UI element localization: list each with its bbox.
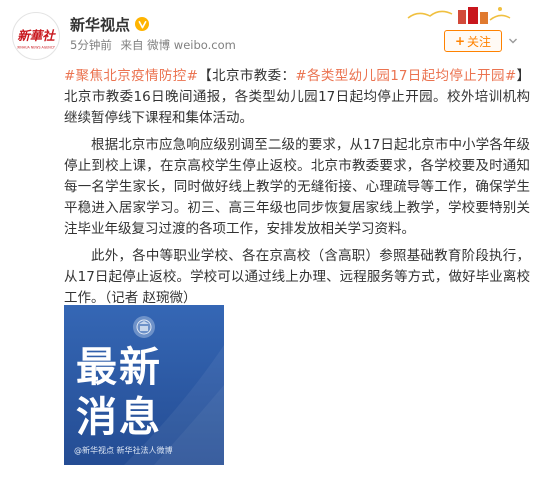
plus-icon: +	[454, 34, 466, 48]
avatar[interactable]: 新華社 XINHUA NEWS AGENCY	[12, 12, 60, 60]
image-title-line1: 最新	[76, 343, 162, 391]
post-meta: 5分钟前 来自 微博 weibo.com	[70, 37, 241, 53]
header-decoration-icon	[404, 4, 514, 26]
chevron-down-icon[interactable]	[508, 36, 518, 46]
post-text: #聚焦北京疫情防控#【北京市教委：#各类型幼儿园17日起均停止开园#】北京市教委…	[64, 66, 530, 315]
post-paragraph-3: 此外，各中等职业学校、各在京高校（含高职）参照基础教育阶段执行，从17日起停止返…	[64, 248, 530, 306]
weibo-post-card: 新華社 XINHUA NEWS AGENCY 新华视点 5分钟前 来自 微博 w…	[0, 0, 544, 477]
post-image[interactable]: 最新 消息 @新华视点 新华社法人微博	[64, 305, 224, 465]
xinhua-logo-icon: 新華社 XINHUA NEWS AGENCY	[13, 13, 59, 59]
verified-badge-icon	[135, 17, 150, 31]
headline-lead: 【北京市教委：	[197, 68, 296, 84]
image-footer: @新华视点 新华社法人微博	[74, 446, 173, 455]
svg-text:新華社: 新華社	[17, 28, 56, 43]
hashtag-link[interactable]: #聚焦北京疫情防控#	[64, 68, 198, 84]
post-paragraph-2: 根据北京市应急响应级别调至二级的要求，从17日起北京市中小学各年级停止到校上课，…	[64, 137, 530, 237]
follow-button[interactable]: + 关注	[444, 30, 502, 52]
national-emblem-icon	[133, 316, 155, 338]
author-row: 新华视点	[70, 14, 150, 35]
post-header: 新華社 XINHUA NEWS AGENCY 新华视点 5分钟前 来自 微博 w…	[12, 7, 532, 60]
post-paragraph-1: #聚焦北京疫情防控#【北京市教委：#各类型幼儿园17日起均停止开园#】北京市教委…	[64, 66, 530, 129]
hashtag-link[interactable]: #各类型幼儿园17日起均停止开园#	[295, 68, 516, 84]
follow-label: 关注	[467, 34, 492, 49]
post-time[interactable]: 5分钟前	[70, 38, 112, 52]
image-title-line2: 消息	[76, 393, 162, 441]
author-name[interactable]: 新华视点	[70, 14, 130, 35]
svg-text:XINHUA NEWS AGENCY: XINHUA NEWS AGENCY	[17, 45, 55, 49]
post-source: 来自 微博 weibo.com	[120, 38, 236, 52]
